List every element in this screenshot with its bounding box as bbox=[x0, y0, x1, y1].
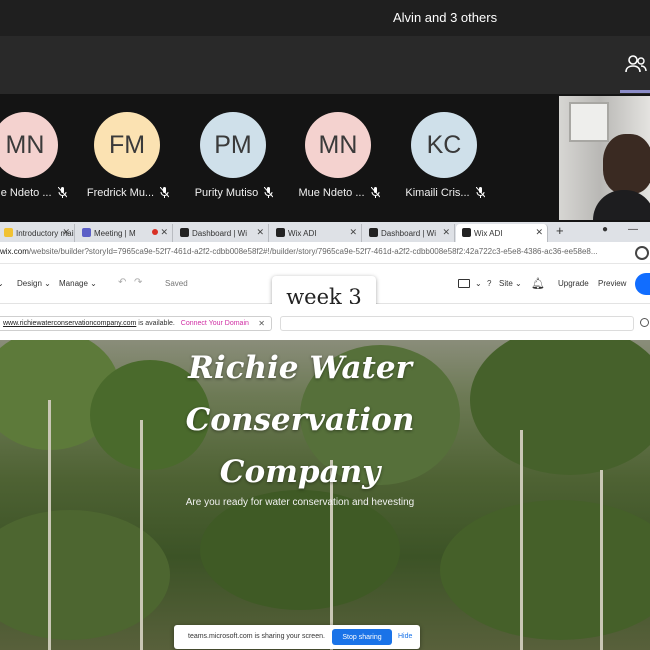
mail-icon bbox=[4, 228, 13, 237]
avatar: FM bbox=[94, 112, 160, 178]
participant-tile[interactable]: MN Mue Ndeto ... bbox=[0, 112, 78, 212]
palm-foliage bbox=[440, 500, 650, 640]
close-icon[interactable]: ✕ bbox=[258, 319, 265, 328]
publish-button[interactable] bbox=[635, 273, 650, 295]
participant-tile[interactable]: MN Mue Ndeto ... bbox=[287, 112, 391, 212]
menu-manage[interactable]: Manage ⌄ bbox=[59, 279, 97, 288]
recording-indicator-icon bbox=[152, 229, 158, 235]
stop-sharing-button[interactable]: Stop sharing bbox=[332, 629, 392, 645]
self-video-tile[interactable] bbox=[559, 96, 650, 220]
people-tab-indicator bbox=[620, 90, 650, 93]
hero-title-line: Conservation bbox=[185, 402, 415, 438]
avatar: KC bbox=[411, 112, 477, 178]
record-icon[interactable]: ● bbox=[602, 224, 608, 235]
browser-tab[interactable]: Introductory mail ✕ bbox=[0, 224, 75, 242]
domain-link[interactable]: www.richiewaterconservationcompany.com bbox=[3, 320, 136, 327]
chevron-down-icon[interactable]: ⌄ bbox=[0, 279, 4, 288]
close-icon[interactable]: ✕ bbox=[535, 227, 543, 238]
bell-icon[interactable]: 🔔︎ bbox=[531, 277, 545, 290]
mic-off-icon bbox=[264, 187, 274, 198]
search-icon[interactable] bbox=[640, 318, 649, 327]
hero-subtitle: Are you ready for water conservation and… bbox=[185, 497, 415, 508]
browser-tab-bar: Introductory mail ✕ Meeting | M ✕ Dashboar… bbox=[0, 222, 650, 242]
domain-notice: www.richiewaterconservationcompany.com i… bbox=[0, 316, 272, 331]
browser-tab[interactable]: Wix ADI ✕ bbox=[270, 224, 362, 242]
palm-trunk bbox=[600, 470, 603, 650]
participant-name: Mue Ndeto ... bbox=[0, 187, 78, 199]
wix-icon bbox=[180, 228, 189, 237]
hero-title-line: Richie Water bbox=[188, 350, 412, 386]
wix-icon bbox=[276, 228, 285, 237]
close-icon[interactable]: ✕ bbox=[349, 227, 357, 238]
domain-banner: www.richiewaterconservationcompany.com i… bbox=[0, 304, 650, 340]
teams-icon bbox=[82, 228, 91, 237]
new-tab-icon[interactable]: + bbox=[556, 223, 564, 238]
hero-section[interactable]: Richie Water Conservation Company Are yo… bbox=[0, 340, 650, 650]
url-text: wix.com/website/builder?storyId=7965ca9e… bbox=[0, 247, 598, 256]
avatar: MN bbox=[0, 112, 58, 178]
screen-share-bar: teams.microsoft.com is sharing your scre… bbox=[174, 625, 420, 649]
account-icon[interactable] bbox=[635, 246, 649, 260]
teams-title-bar: Alvin and 3 others bbox=[0, 0, 650, 36]
wix-icon bbox=[462, 228, 471, 237]
palm-trunk bbox=[48, 400, 51, 650]
meeting-title: Alvin and 3 others bbox=[393, 10, 498, 25]
browser-tab[interactable]: Meeting | M ✕ bbox=[76, 224, 173, 242]
domain-available-text: is available. bbox=[138, 320, 175, 327]
connect-domain-link[interactable]: Connect Your Domain bbox=[181, 320, 249, 327]
preview-button[interactable]: Preview bbox=[598, 279, 626, 288]
participant-tile[interactable]: KC Kimaili Cris... bbox=[393, 112, 497, 212]
participant-tile[interactable]: FM Fredrick Mu... bbox=[76, 112, 180, 212]
video-window bbox=[569, 102, 609, 142]
close-icon[interactable]: ✕ bbox=[160, 227, 168, 238]
close-icon[interactable]: ✕ bbox=[442, 227, 450, 238]
participant-name: Mue Ndeto ... bbox=[287, 187, 391, 199]
desktop-view-icon[interactable] bbox=[458, 279, 470, 288]
hero-title: Richie Water Conservation Company bbox=[90, 342, 510, 498]
redo-icon[interactable]: ↷ bbox=[134, 277, 142, 288]
upgrade-button[interactable]: Upgrade bbox=[558, 279, 589, 288]
palm-foliage bbox=[0, 510, 170, 640]
site-menu[interactable]: Site ⌄ bbox=[499, 279, 522, 288]
video-person-head bbox=[603, 134, 650, 194]
save-status: Saved bbox=[165, 279, 188, 288]
close-icon[interactable]: ✕ bbox=[256, 227, 264, 238]
palm-foliage bbox=[200, 490, 400, 610]
browser-tab[interactable]: Dashboard | Wi ✕ bbox=[174, 224, 269, 242]
share-message: teams.microsoft.com is sharing your scre… bbox=[188, 633, 325, 640]
menu-design[interactable]: Design ⌄ bbox=[17, 279, 51, 288]
minimize-icon[interactable]: — bbox=[628, 224, 638, 235]
chevron-down-icon[interactable]: ⌄ bbox=[475, 279, 482, 288]
help-icon[interactable]: ? bbox=[487, 279, 491, 288]
teams-toolbar bbox=[0, 36, 650, 94]
participant-name: Purity Mutiso bbox=[182, 187, 286, 199]
close-icon[interactable]: ✕ bbox=[62, 227, 70, 238]
wix-icon bbox=[369, 228, 378, 237]
mic-off-icon bbox=[57, 187, 67, 198]
participant-tile[interactable]: PM Purity Mutiso bbox=[182, 112, 286, 212]
hero-title-line: Company bbox=[219, 454, 381, 490]
mic-off-icon bbox=[475, 187, 485, 198]
undo-icon[interactable]: ↶ bbox=[118, 277, 126, 288]
address-bar[interactable]: wix.com/website/builder?storyId=7965ca9e… bbox=[0, 242, 650, 264]
palm-trunk bbox=[520, 430, 523, 650]
hide-button[interactable]: Hide bbox=[398, 633, 412, 640]
participant-strip: MN Mue Ndeto ... FM Fredrick Mu... PM Pu… bbox=[0, 94, 650, 222]
participant-name: Fredrick Mu... bbox=[76, 187, 180, 199]
browser-tab[interactable]: Dashboard | Wi ✕ bbox=[363, 224, 455, 242]
domain-search-field[interactable] bbox=[280, 316, 634, 331]
avatar: MN bbox=[305, 112, 371, 178]
browser-tab-active[interactable]: Wix ADI ✕ bbox=[456, 224, 548, 242]
people-icon[interactable] bbox=[624, 52, 648, 76]
participant-name: Kimaili Cris... bbox=[393, 187, 497, 199]
mic-off-icon bbox=[160, 187, 170, 198]
mic-off-icon bbox=[370, 187, 380, 198]
avatar: PM bbox=[200, 112, 266, 178]
